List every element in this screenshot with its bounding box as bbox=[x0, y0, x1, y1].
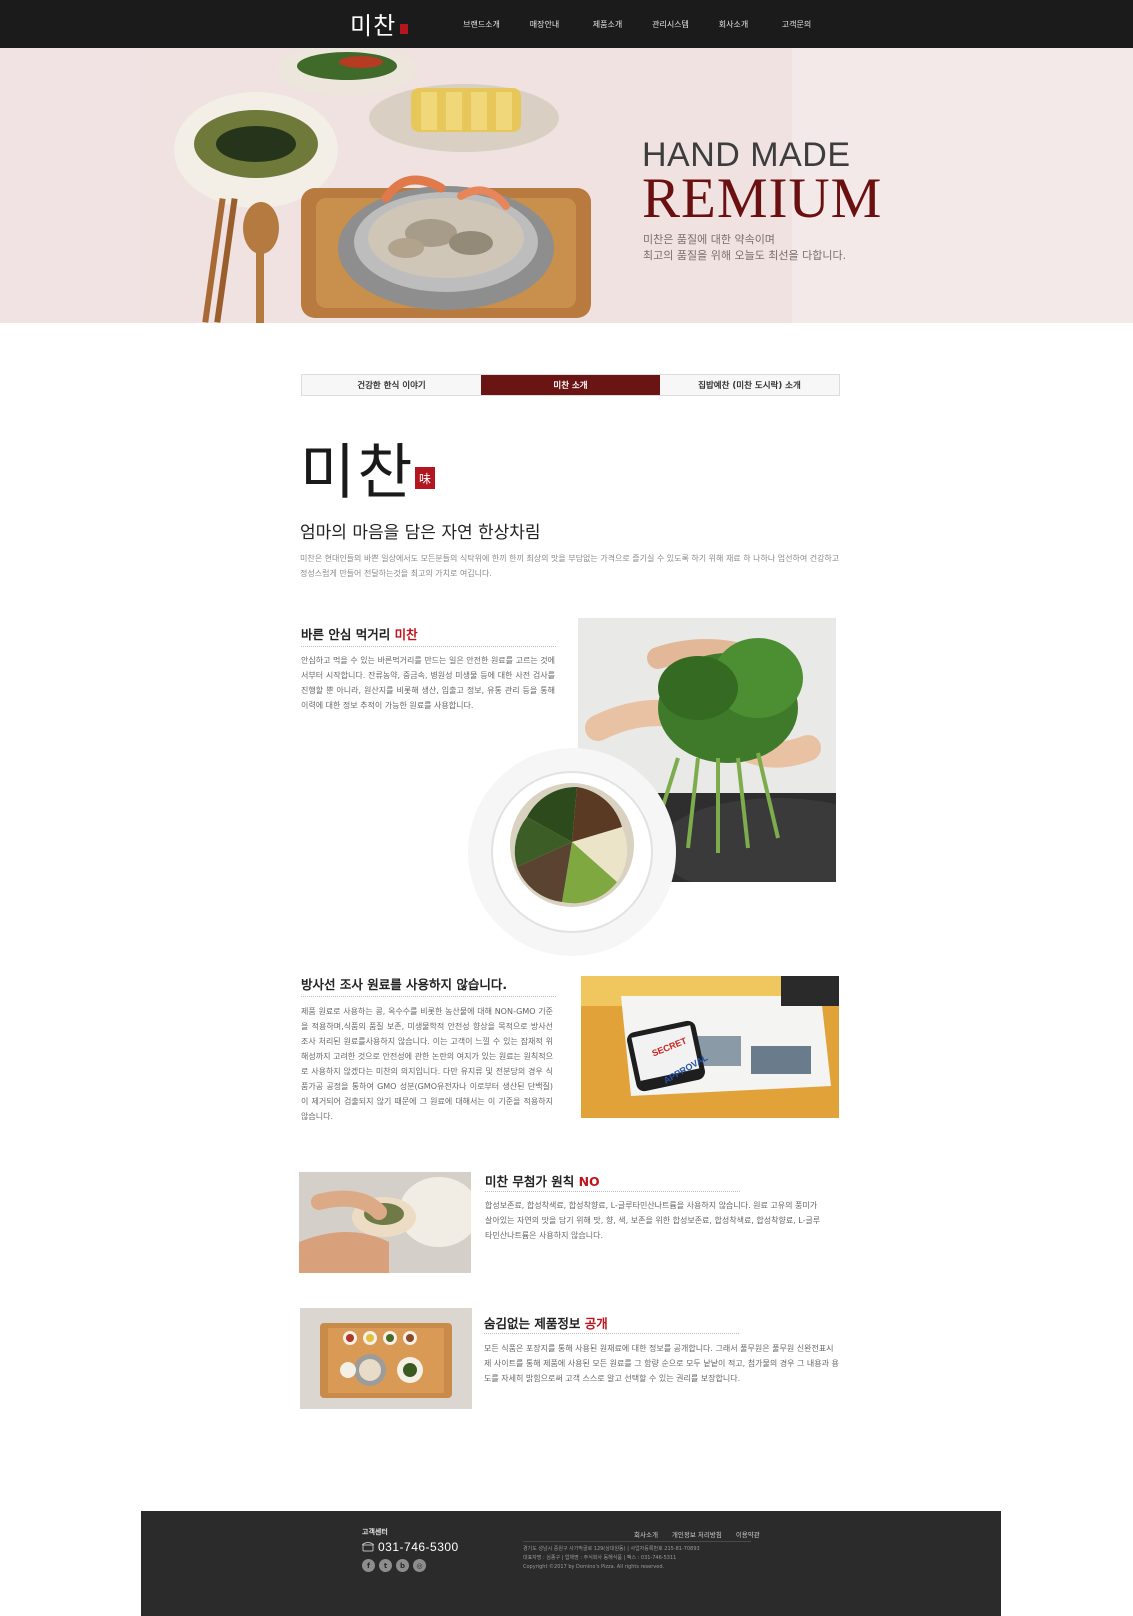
section3-title-accent: NO bbox=[578, 1174, 600, 1189]
section1-title: 바른 안심 먹거리 미찬 bbox=[301, 624, 418, 643]
hero-title-line2: REMIUM bbox=[642, 167, 883, 230]
hero-subtitle-line1: 미찬은 품질에 대한 약속이며 bbox=[643, 233, 775, 246]
phone-number[interactable]: 031-746-5300 bbox=[378, 1540, 459, 1554]
footer-address-line2: 대표자명 : 심종구 | 업체명 : 주식회사 동해식품 | 팩스 : 031-… bbox=[523, 1555, 677, 1561]
section3-title-text: 미찬 무첨가 원칙 bbox=[485, 1174, 579, 1189]
section4-divider bbox=[484, 1333, 739, 1334]
blog-icon[interactable]: b bbox=[396, 1559, 409, 1572]
stamp-document-photo: SECRET APPROVAL bbox=[581, 976, 839, 1118]
top-navigation-bar: 미찬 브랜드소개 매장안내 제품소개 관리시스템 회사소개 고객문의 bbox=[0, 0, 1133, 48]
section1-body: 안심하고 먹을 수 있는 바른먹거리를 만드는 일은 안전한 원료를 고르는 것… bbox=[301, 656, 555, 710]
footer-link-company[interactable]: 회사소개 bbox=[627, 1529, 665, 1539]
footer-link-privacy[interactable]: 개인정보 처리방침 bbox=[665, 1529, 729, 1539]
phone-icon bbox=[362, 1542, 374, 1552]
nav-item-brand[interactable]: 브랜드소개 bbox=[450, 19, 513, 30]
section2-body: 제품 원료로 사용하는 콩, 옥수수를 비롯한 농산물에 대해 NON-GMO … bbox=[301, 1007, 553, 1121]
brand-tagline: 엄마의 마음을 담은 자연 한상차림 bbox=[300, 523, 541, 543]
bibimbap-bowl-photo bbox=[467, 747, 677, 957]
facebook-icon[interactable]: f bbox=[362, 1559, 375, 1572]
hero-subtitle: 미찬은 품질에 대한 약속이며 최고의 품질을 위해 오늘도 최선을 다합니다. bbox=[643, 232, 883, 264]
main-nav: 브랜드소개 매장안내 제품소개 관리시스템 회사소개 고객문의 bbox=[450, 0, 828, 48]
section2-title: 방사선 조사 원료를 사용하지 않습니다. bbox=[301, 974, 507, 993]
section1-title-text: 바른 안심 먹거리 bbox=[301, 627, 395, 642]
section1-divider bbox=[301, 646, 556, 647]
footer-address: 경기도 성남시 중원구 사기막골로 129(상대원동) | 사업자등록번호 21… bbox=[523, 1545, 763, 1572]
nav-item-management[interactable]: 관리시스템 bbox=[639, 19, 702, 30]
footer-links: 회사소개 개인정보 처리방침 이용약관 bbox=[627, 1529, 767, 1539]
section4-title-accent: 공개 bbox=[584, 1316, 608, 1331]
section4-body: 모든 식품은 포장지를 통해 사용된 원재료에 대한 정보를 공개합니다. 그래… bbox=[484, 1344, 839, 1383]
customer-center-label: 고객센터 bbox=[362, 1528, 388, 1536]
logo-seal-icon bbox=[400, 24, 409, 34]
footer-divider bbox=[523, 1541, 751, 1542]
tab-michan-intro[interactable]: 미찬 소개 bbox=[481, 375, 660, 395]
section4-title-text: 숨김없는 제품정보 bbox=[484, 1316, 585, 1331]
phone-row: 031-746-5300 bbox=[362, 1540, 459, 1554]
twitter-icon[interactable]: t bbox=[379, 1559, 392, 1572]
brand-intro: 미찬은 현대인들의 바쁜 일상에서도 모든분들의 식탁위에 한끼 한끼 최상의 … bbox=[300, 554, 840, 578]
section-tabs: 건강한 한식 이야기 미찬 소개 집밥예찬 (미찬 도시락) 소개 bbox=[301, 374, 840, 396]
footer-copyright: Copyright ©2017 by Domino's Pizza. All r… bbox=[523, 1564, 665, 1570]
nav-item-contact[interactable]: 고객문의 bbox=[765, 19, 828, 30]
section2-divider bbox=[301, 996, 556, 997]
nav-item-company[interactable]: 회사소개 bbox=[702, 19, 765, 30]
dumpling-photo bbox=[299, 1172, 471, 1273]
logo[interactable]: 미찬 bbox=[350, 6, 409, 40]
table-setting-photo bbox=[300, 1308, 472, 1409]
tab-healthy-story[interactable]: 건강한 한식 이야기 bbox=[302, 375, 481, 395]
section3-title: 미찬 무첨가 원칙 NO bbox=[485, 1171, 600, 1190]
section2-title-text: 방사선 조사 원료를 사용하지 않습니다. bbox=[301, 977, 508, 992]
footer-link-terms[interactable]: 이용약관 bbox=[729, 1529, 767, 1539]
tab-lunchbox-intro[interactable]: 집밥예찬 (미찬 도시락) 소개 bbox=[660, 375, 839, 395]
logo-text: 미찬 bbox=[350, 11, 397, 40]
nav-item-stores[interactable]: 매장안내 bbox=[513, 19, 576, 30]
brand-name-large: 미찬 bbox=[300, 438, 415, 508]
nav-item-products[interactable]: 제품소개 bbox=[576, 19, 639, 30]
section3-divider bbox=[485, 1191, 740, 1192]
footer-address-line1: 경기도 성남시 중원구 사기막골로 129(상대원동) | 사업자등록번호 21… bbox=[523, 1546, 700, 1552]
instagram-icon[interactable]: ◎ bbox=[413, 1559, 426, 1572]
brand-seal-icon: 味 bbox=[415, 467, 435, 489]
section3-body: 합성보존료, 합성착색료, 합성착향료, L-글루타민산나트륨을 사용하지 않습… bbox=[485, 1201, 821, 1240]
section1-title-accent: 미찬 bbox=[394, 627, 418, 642]
hero-subtitle-line2: 최고의 품질을 위해 오늘도 최선을 다합니다. bbox=[643, 249, 847, 262]
social-links: f t b ◎ bbox=[362, 1559, 426, 1572]
section4-title: 숨김없는 제품정보 공개 bbox=[484, 1313, 608, 1332]
